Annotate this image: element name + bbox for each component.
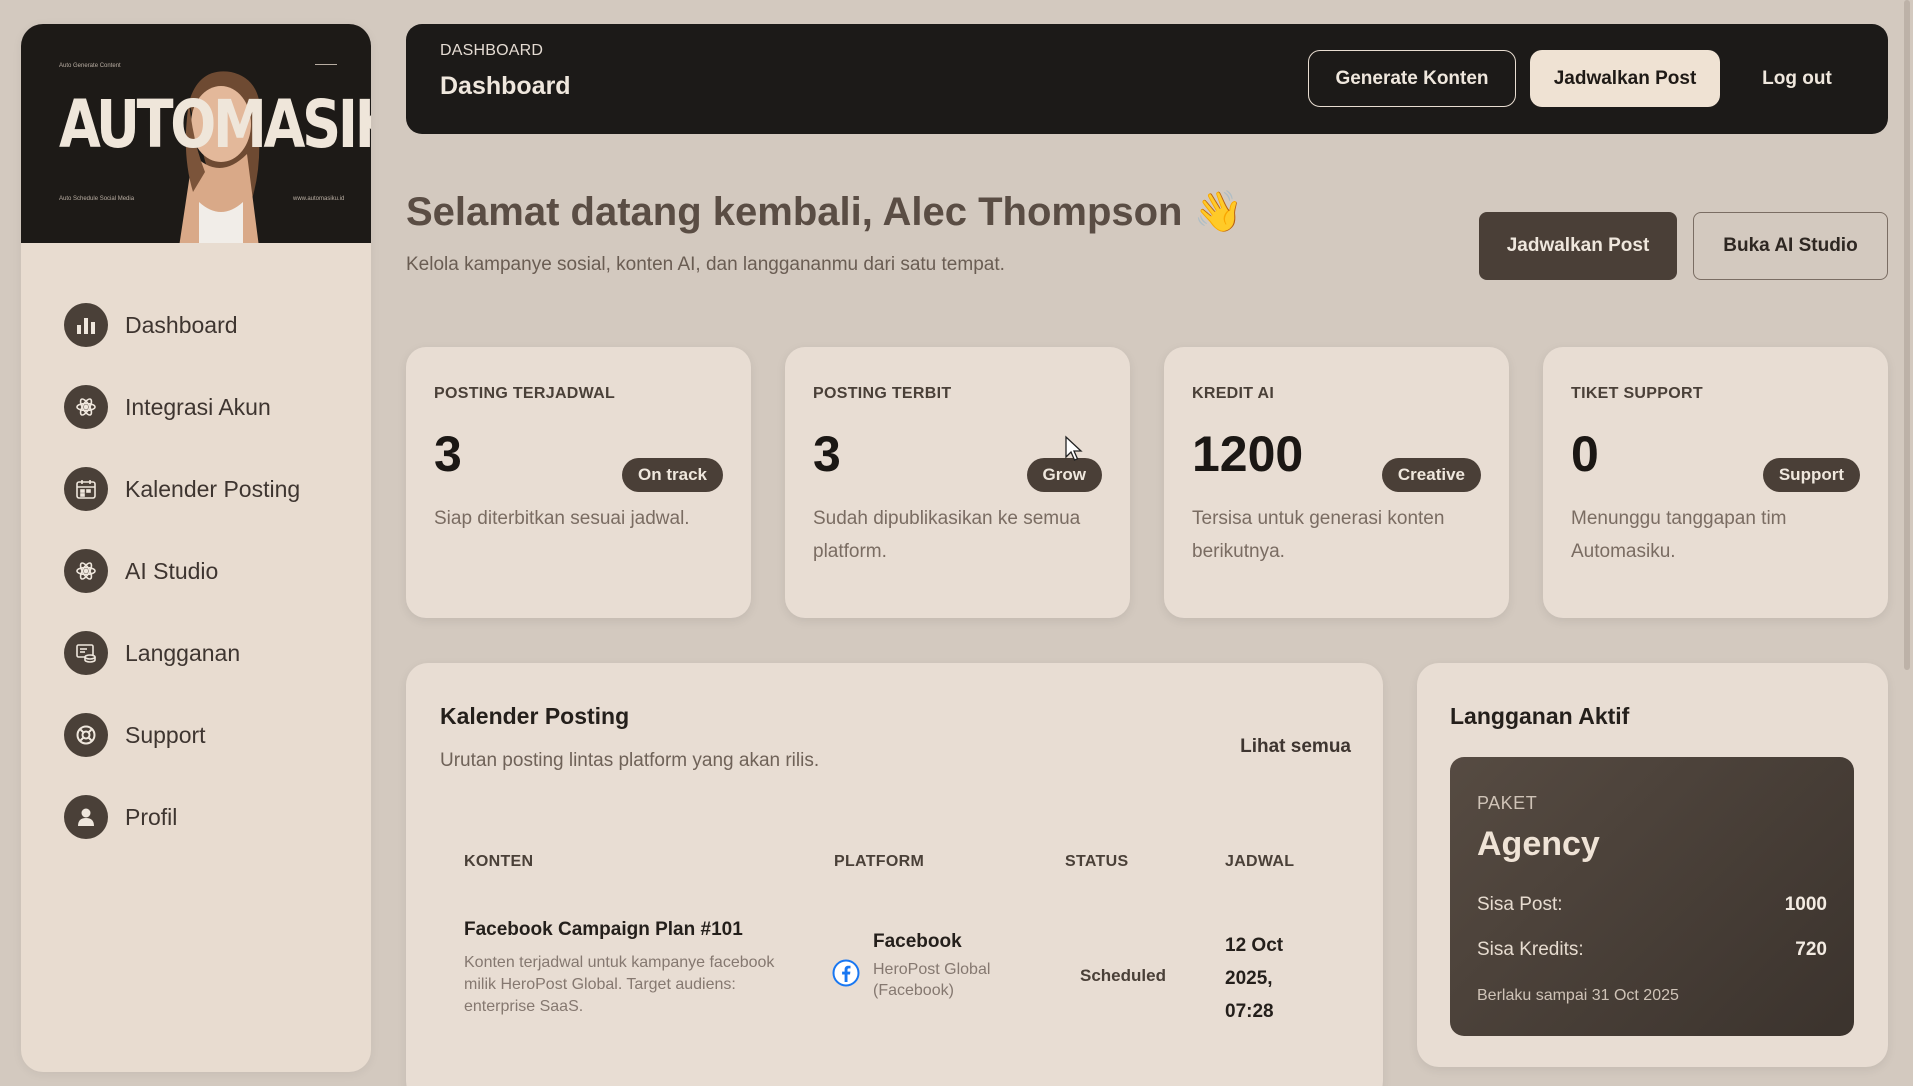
arrow-icon — [315, 64, 337, 65]
remaining-credits-value: 720 — [1795, 939, 1827, 960]
sidebar-item-ai-studio[interactable]: AI Studio — [64, 549, 371, 593]
sidebar-item-label: AI Studio — [125, 557, 219, 584]
posting-calendar-panel: Kalender Posting Urutan posting lintas p… — [406, 663, 1383, 1086]
stat-value: 1200 — [1192, 426, 1304, 482]
remaining-posts-row: Sisa Post: 1000 — [1477, 894, 1827, 916]
sidebar-item-dashboard[interactable]: Dashboard — [64, 303, 371, 347]
post-description: Konten terjadwal untuk kampanye facebook… — [464, 954, 775, 1015]
sidebar-item-profil[interactable]: Profil — [64, 795, 371, 839]
sidebar-item-label: Kalender Posting — [125, 475, 301, 502]
stat-label: POSTING TERBIT — [813, 385, 952, 402]
active-subscription-panel: Langganan Aktif PAKET Agency Sisa Post: … — [1417, 663, 1888, 1067]
stat-label: TIKET SUPPORT — [1571, 385, 1703, 402]
top-bar: DASHBOARD Dashboard Generate Konten Jadw… — [406, 24, 1888, 134]
lifebuoy-icon — [64, 713, 108, 757]
sidebar-item-langganan[interactable]: Langganan — [64, 631, 371, 675]
schedule-post-button[interactable]: Jadwalkan Post — [1530, 50, 1720, 107]
calendar-icon — [64, 467, 108, 511]
user-icon — [64, 795, 108, 839]
remaining-posts-label: Sisa Post: — [1477, 894, 1563, 915]
sidebar-item-label: Support — [125, 721, 206, 748]
column-header-status: STATUS — [1065, 853, 1129, 870]
sidebar-item-label: Langganan — [125, 639, 241, 666]
brand-tagline-bottom: Auto Schedule Social Media — [59, 196, 135, 202]
stat-card-published: POSTING TERBIT 3 Grow Sudah dipublikasik… — [785, 347, 1130, 618]
sidebar-item-label: Integrasi Akun — [125, 393, 271, 420]
brand-website: www.automasiku.id — [293, 196, 345, 202]
stat-description: Siap diterbitkan sesuai jadwal. — [434, 508, 690, 529]
plan-card: PAKET Agency Sisa Post: 1000 Sisa Kredit… — [1450, 757, 1854, 1036]
see-all-link[interactable]: Lihat semua — [1240, 736, 1351, 758]
sidebar-item-label: Dashboard — [125, 311, 238, 338]
stat-description: Tersisa untuk generasi konten berikutnya… — [1192, 508, 1445, 562]
plan-kicker: PAKET — [1477, 793, 1538, 813]
logout-button[interactable]: Log out — [1742, 50, 1852, 107]
post-status: Scheduled — [1080, 966, 1166, 985]
welcome-subtitle: Kelola kampanye sosial, konten AI, dan l… — [406, 254, 1005, 275]
atom-icon — [64, 549, 108, 593]
plan-name: Agency — [1477, 825, 1600, 863]
brand-logo: AUTOMASIKU — [59, 86, 371, 163]
stat-description: Sudah dipublikasikan ke semua platform. — [813, 508, 1081, 562]
platform-name: Facebook — [873, 931, 962, 952]
breadcrumb: DASHBOARD — [440, 42, 544, 59]
open-ai-studio-button[interactable]: Buka AI Studio — [1693, 212, 1888, 280]
post-title: Facebook Campaign Plan #101 — [464, 919, 743, 940]
sidebar-nav: Dashboard Integrasi Akun Kalender Postin… — [21, 243, 371, 839]
stat-value: 0 — [1571, 426, 1599, 482]
atom-icon — [64, 385, 108, 429]
panel-title: Langganan Aktif — [1450, 703, 1630, 729]
stat-label: KREDIT AI — [1192, 385, 1275, 402]
sidebar-item-support[interactable]: Support — [64, 713, 371, 757]
panel-subtitle: Urutan posting lintas platform yang akan… — [440, 750, 820, 771]
page-title: Dashboard — [440, 72, 571, 100]
remaining-credits-label: Sisa Kredits: — [1477, 939, 1584, 960]
stat-description: Menunggu tanggapan tim Automasiku. — [1571, 508, 1787, 562]
stat-value: 3 — [434, 426, 462, 482]
column-header-platform: PLATFORM — [834, 853, 925, 870]
mouse-cursor-icon — [1065, 435, 1083, 461]
status-badge: Creative — [1381, 458, 1481, 492]
brand-banner[interactable]: Auto Generate Content AUTOMASIKU Auto Sc… — [21, 24, 371, 243]
stat-card-support-tickets: TIKET SUPPORT 0 Support Menunggu tanggap… — [1543, 347, 1888, 618]
status-badge: On track — [622, 458, 723, 492]
column-header-schedule: JADWAL — [1225, 853, 1295, 870]
remaining-posts-value: 1000 — [1784, 894, 1827, 915]
plan-validity: Berlaku sampai 31 Oct 2025 — [1477, 987, 1679, 1004]
sidebar-item-label: Profil — [125, 803, 178, 830]
sidebar: Auto Generate Content AUTOMASIKU Auto Sc… — [21, 24, 371, 1072]
facebook-icon — [832, 959, 860, 987]
stat-card-scheduled: POSTING TERJADWAL 3 On track Siap diterb… — [406, 347, 751, 618]
sidebar-item-kalender-posting[interactable]: Kalender Posting — [64, 467, 371, 511]
platform-account: HeroPost Global (Facebook) — [873, 961, 991, 999]
column-header-content: KONTEN — [464, 853, 534, 870]
bar-chart-icon — [64, 303, 108, 347]
schedule-post-action-button[interactable]: Jadwalkan Post — [1479, 212, 1677, 280]
brand-tagline-top: Auto Generate Content — [59, 63, 121, 69]
post-schedule-date: 12 Oct 2025, 07:28 — [1225, 935, 1284, 1022]
page-scrollbar[interactable] — [1904, 0, 1910, 670]
welcome-heading: Selamat datang kembali, Alec Thompson 👋 — [406, 190, 1244, 234]
status-badge: Support — [1762, 458, 1860, 492]
stat-value: 3 — [813, 426, 841, 482]
subscription-icon — [64, 631, 108, 675]
panel-title: Kalender Posting — [440, 703, 630, 729]
stat-label: POSTING TERJADWAL — [434, 385, 616, 402]
stat-card-ai-credits: KREDIT AI 1200 Creative Tersisa untuk ge… — [1164, 347, 1509, 618]
sidebar-item-integrasi-akun[interactable]: Integrasi Akun — [64, 385, 371, 429]
generate-content-button[interactable]: Generate Konten — [1308, 50, 1516, 107]
status-badge: Grow — [1026, 458, 1102, 492]
remaining-credits-row: Sisa Kredits: 720 — [1477, 939, 1827, 961]
